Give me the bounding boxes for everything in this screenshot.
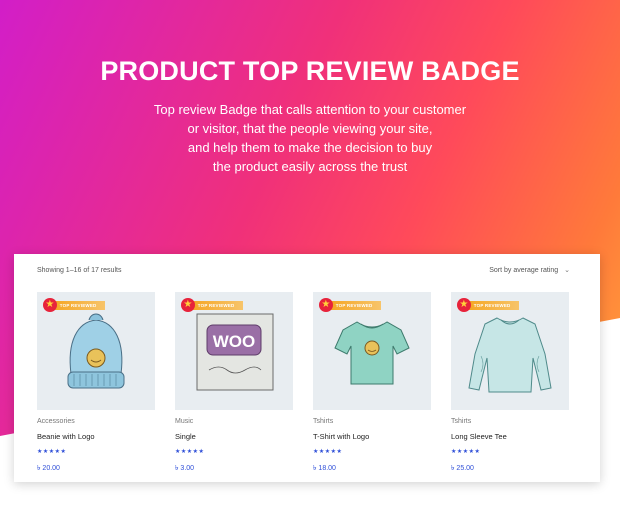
product-card: ★ TOP REVIEWED Tshirts T-Shirt with Logo…	[313, 292, 431, 474]
star-icon: ★	[181, 298, 195, 312]
shop-panel: Showing 1–16 of 17 results Sort by avera…	[14, 254, 600, 482]
product-name[interactable]: Beanie with Logo	[37, 432, 155, 441]
top-reviewed-badge: ★ TOP REVIEWED	[319, 298, 381, 312]
badge-label: TOP REVIEWED	[52, 300, 105, 310]
star-icon: ★	[319, 298, 333, 312]
product-name[interactable]: T-Shirt with Logo	[313, 432, 431, 441]
badge-label: TOP REVIEWED	[466, 300, 519, 310]
top-reviewed-badge: ★ TOP REVIEWED	[43, 298, 105, 312]
product-card: ★ TOP REVIEWED Tshirts Long Sleeve Tee ★…	[451, 292, 569, 474]
rating-stars: ★★★★★	[37, 449, 67, 455]
hero-subtitle: Top review Badge that calls attention to…	[110, 100, 510, 176]
star-icon: ★	[43, 298, 57, 312]
product-image[interactable]: ★ TOP REVIEWED	[451, 292, 569, 410]
product-price: ৳ 25.00	[451, 465, 474, 472]
product-category: Accessories	[37, 418, 75, 425]
product-price: ৳ 18.00	[313, 465, 336, 472]
woo-logo-text: WOO	[213, 332, 256, 351]
hero-subtitle-line: or visitor, that the people viewing your…	[187, 121, 433, 136]
hero-subtitle-line: Top review Badge that calls attention to…	[153, 102, 467, 117]
chevron-down-icon: ⌄	[564, 267, 570, 274]
top-reviewed-badge: ★ TOP REVIEWED	[181, 298, 243, 312]
product-price: ৳ 3.00	[175, 465, 195, 472]
product-name[interactable]: Single	[175, 432, 293, 441]
product-card: WOO ★ TOP REVIEWED Music Single ★★★★★ ৳ …	[175, 292, 293, 474]
product-price: ৳ 20.00	[37, 465, 60, 472]
product-image[interactable]: WOO ★ TOP REVIEWED	[175, 292, 293, 410]
product-category: Tshirts	[313, 418, 334, 425]
hero-title: PRODUCT TOP REVIEW BADGE	[100, 56, 520, 86]
star-icon: ★	[457, 298, 471, 312]
top-reviewed-badge: ★ TOP REVIEWED	[457, 298, 519, 312]
product-name[interactable]: Long Sleeve Tee	[451, 432, 569, 441]
product-image[interactable]: ★ TOP REVIEWED	[37, 292, 155, 410]
badge-label: TOP REVIEWED	[328, 300, 381, 310]
rating-stars: ★★★★★	[313, 449, 343, 455]
product-category: Tshirts	[451, 418, 472, 425]
product-category: Music	[175, 418, 194, 425]
product-card: ★ TOP REVIEWED Accessories Beanie with L…	[37, 292, 155, 474]
badge-label: TOP REVIEWED	[190, 300, 243, 310]
hero-subtitle-line: the product easily across the trust	[212, 159, 408, 174]
rating-stars: ★★★★★	[175, 449, 205, 455]
result-count: Showing 1–16 of 17 results	[37, 267, 122, 274]
rating-stars: ★★★★★	[451, 449, 481, 455]
sort-dropdown[interactable]: Sort by average rating ⌄	[489, 266, 570, 275]
sort-label: Sort by average rating	[489, 266, 559, 274]
hero-subtitle-line: and help them to make the decision to bu…	[187, 140, 433, 155]
product-image[interactable]: ★ TOP REVIEWED	[313, 292, 431, 410]
